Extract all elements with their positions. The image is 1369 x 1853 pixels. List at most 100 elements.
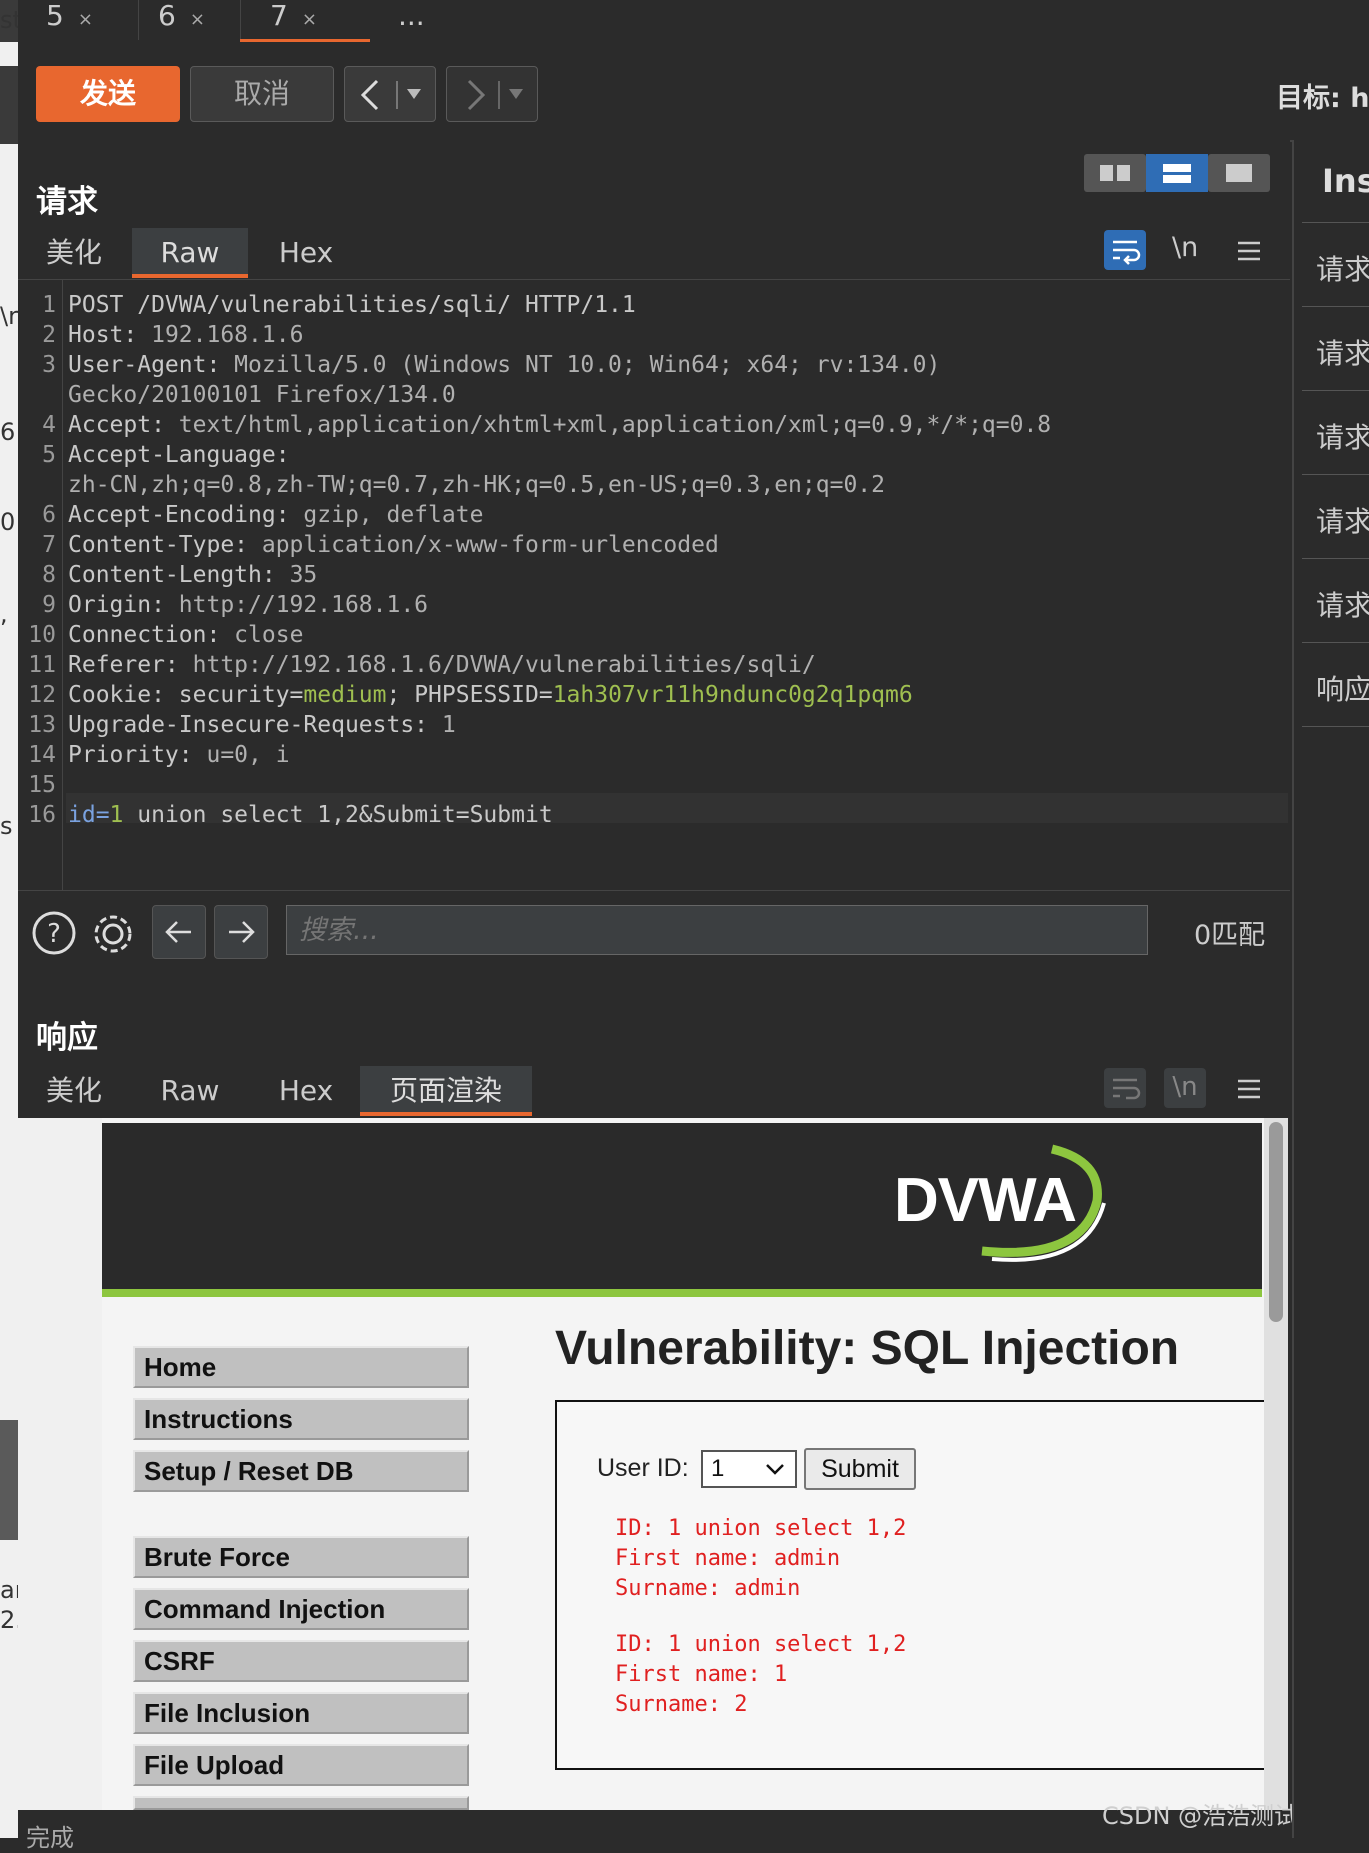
layout-stacked-button[interactable]: [1146, 154, 1208, 192]
repeater-tab[interactable]: 6 ×: [158, 0, 205, 42]
close-icon[interactable]: ×: [190, 9, 205, 30]
nav-csrf[interactable]: CSRF: [133, 1640, 469, 1682]
hamburger-icon: [1238, 1079, 1260, 1099]
line-number: 1: [42, 292, 56, 318]
nav-brute-force[interactable]: Brute Force: [133, 1536, 469, 1578]
tab-raw[interactable]: Raw: [132, 1066, 248, 1116]
search-input[interactable]: [286, 905, 1148, 955]
menu-button[interactable]: [1234, 1074, 1264, 1108]
help-icon[interactable]: ?: [30, 909, 78, 957]
tab-render[interactable]: 页面渲染: [360, 1066, 532, 1116]
request-editor[interactable]: 1 2 3 4 5 6 7 8 9 10 11 12 13 14 15 16 POST /DVWA/vulne…: [18, 280, 1290, 890]
search-bar: ? 0匹配: [18, 890, 1290, 978]
nav-next-item[interactable]: [133, 1796, 469, 1810]
repeater-tab[interactable]: 5 ×: [46, 0, 93, 42]
fragment-text: 0: [0, 508, 16, 536]
history-back-button[interactable]: [344, 66, 436, 122]
cancel-button[interactable]: 取消: [190, 66, 334, 122]
fragment-text: ar: [0, 1576, 18, 1604]
line-number: 11: [28, 652, 56, 678]
result-surname: Surname: admin: [615, 1576, 801, 1601]
user-id-label: User ID:: [597, 1454, 689, 1482]
nav-file-inclusion[interactable]: File Inclusion: [133, 1692, 469, 1734]
target-label: 目标: ht: [1276, 83, 1369, 114]
code-line: Priority: u=0, i: [68, 742, 290, 768]
fragment-text: 6: [0, 418, 16, 446]
menu-button[interactable]: [1234, 236, 1264, 270]
show-newlines-button[interactable]: \n: [1164, 1068, 1206, 1108]
code-line: Gecko/20100101 Firefox/134.0: [68, 382, 456, 408]
line-number: 3: [42, 352, 56, 378]
fragment-text: s: [0, 812, 13, 840]
line-number: 6: [42, 502, 56, 528]
inspector-item-request[interactable]: 请求: [1316, 500, 1369, 540]
line-number: 8: [42, 562, 56, 588]
tab-raw[interactable]: Raw: [132, 228, 248, 278]
tab-pretty[interactable]: 美化: [18, 228, 130, 278]
gear-icon[interactable]: [88, 909, 138, 959]
render-scrollbar[interactable]: [1264, 1118, 1288, 1810]
tab-hex[interactable]: Hex: [250, 1066, 362, 1116]
line-number: 9: [42, 592, 56, 618]
inspector-item-response[interactable]: 响应: [1316, 668, 1369, 708]
response-title: 响应: [36, 1020, 98, 1056]
background-window-strip: st \r 6 0 , s ar 2.: [0, 0, 18, 1838]
code-line: Content-Type: application/x-www-form-url…: [68, 532, 719, 558]
repeater-tab-active[interactable]: 7 ×: [240, 0, 370, 42]
result-id: ID: 1 union select 1,2: [615, 1516, 907, 1541]
code-line: id=1 union select 1,2&Submit=Submit: [68, 802, 553, 828]
columns-icon: [1100, 165, 1130, 181]
layout-tabs-button[interactable]: [1208, 154, 1270, 192]
nav-home[interactable]: Home: [133, 1346, 469, 1388]
fragment-text: \r: [0, 302, 18, 330]
nav-setup[interactable]: Setup / Reset DB: [133, 1450, 469, 1492]
result-id: ID: 1 union select 1,2: [615, 1632, 907, 1657]
user-id-select[interactable]: 1: [701, 1450, 797, 1488]
more-tabs-button[interactable]: ...: [382, 0, 452, 42]
inspector-item-request[interactable]: 请求: [1316, 416, 1369, 456]
wrap-icon: [1113, 240, 1141, 265]
submit-button[interactable]: Submit: [804, 1448, 916, 1490]
close-icon[interactable]: ×: [78, 9, 93, 30]
rendered-page: DVWA Home Instructions Setup / Reset DB …: [18, 1118, 1288, 1810]
nav-instructions[interactable]: Instructions: [133, 1398, 469, 1440]
tab-pretty[interactable]: 美化: [18, 1066, 130, 1116]
code-line: Upgrade-Insecure-Requests: 1: [68, 712, 456, 738]
wrap-lines-button[interactable]: [1104, 230, 1146, 270]
wrap-lines-button[interactable]: [1104, 1068, 1146, 1108]
close-icon[interactable]: ×: [302, 9, 317, 30]
chevron-left-icon: [360, 79, 421, 111]
status-bar: 完成: [18, 1810, 1290, 1852]
line-number: 7: [42, 532, 56, 558]
fragment-text: st: [0, 6, 18, 34]
result-surname: Surname: 2: [615, 1692, 748, 1717]
code-line: Origin: http://192.168.1.6: [68, 592, 429, 618]
code-line: zh-CN,zh;q=0.8,zh-TW;q=0.7,zh-HK;q=0.5,e…: [68, 472, 885, 498]
fragment-text: ,: [0, 600, 8, 628]
code-line: Connection: close: [68, 622, 304, 648]
match-count: 0匹配: [1194, 920, 1266, 951]
tab-hex[interactable]: Hex: [250, 228, 362, 278]
inspector-item-request[interactable]: 请求: [1316, 584, 1369, 624]
nav-file-upload[interactable]: File Upload: [133, 1744, 469, 1786]
history-forward-button[interactable]: [446, 66, 538, 122]
inspector-item-request[interactable]: 请求: [1316, 248, 1369, 288]
search-prev-button[interactable]: [152, 905, 206, 959]
wrap-icon: [1113, 1078, 1141, 1100]
show-newlines-button[interactable]: \n: [1172, 232, 1198, 263]
response-panel-header: 响应 美化 Raw Hex 页面渲染 \n: [18, 976, 1290, 1118]
code-line: Cookie: security=medium; PHPSESSID=1ah30…: [68, 682, 913, 708]
code-line: Accept: text/html,application/xhtml+xml,…: [68, 412, 1052, 438]
inspector-panel: Ins 请求 请求 请求 请求 请求 响应: [1292, 140, 1369, 1838]
nav-command-injection[interactable]: Command Injection: [133, 1588, 469, 1630]
send-button[interactable]: 发送: [36, 66, 180, 122]
layout-side-by-side-button[interactable]: [1084, 154, 1146, 192]
line-number: 10: [28, 622, 56, 648]
code-line: Host: 192.168.1.6: [68, 322, 304, 348]
svg-text:?: ?: [47, 919, 61, 949]
scrollbar-thumb[interactable]: [1269, 1122, 1283, 1322]
search-next-button[interactable]: [214, 905, 268, 959]
inspector-item-request[interactable]: 请求: [1316, 332, 1369, 372]
code-line: Content-Length: 35: [68, 562, 318, 588]
hamburger-icon: [1238, 241, 1260, 261]
